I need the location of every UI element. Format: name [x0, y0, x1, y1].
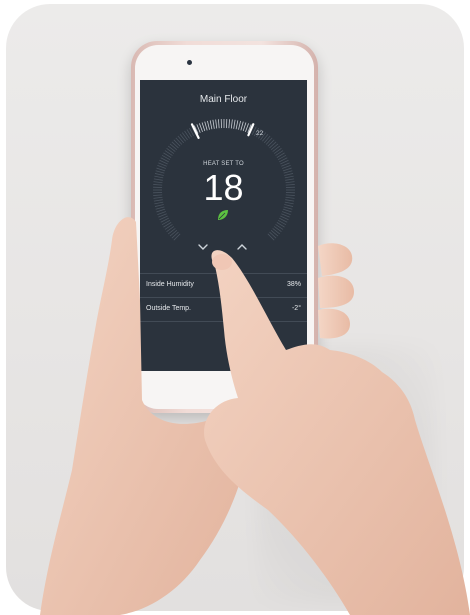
left-fingers [318, 275, 354, 308]
photo-scene: Main Floor 22 HEAT SET TO 18 Inside Humi… [0, 0, 470, 615]
fingertip [212, 254, 232, 270]
hands [40, 217, 470, 615]
left-fingers [318, 243, 353, 276]
left-fingers [318, 308, 350, 339]
